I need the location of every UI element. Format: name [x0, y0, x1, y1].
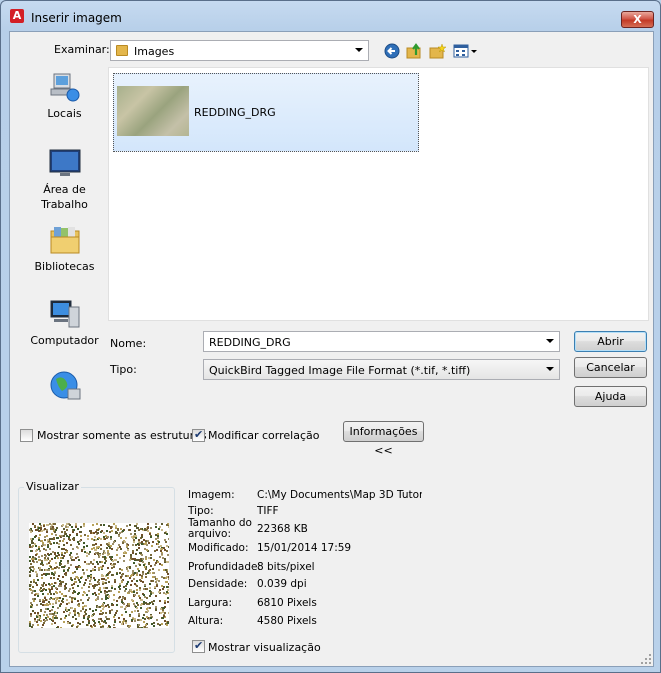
- places-item-label: Bibliotecas: [34, 260, 95, 273]
- places-item-desktop[interactable]: Área de Trabalho: [21, 147, 108, 211]
- places-item-libraries[interactable]: Bibliotecas: [21, 225, 108, 285]
- open-button[interactable]: Abrir: [574, 331, 647, 352]
- info-image-value: C:\My Documents\Map 3D Tutorial: [257, 489, 422, 501]
- preview-group-title: Visualizar: [24, 480, 81, 493]
- info-height-label: Altura:: [188, 615, 224, 627]
- computer-icon: [50, 300, 80, 328]
- file-list[interactable]: REDDING_DRG: [108, 67, 649, 321]
- back-icon[interactable]: [383, 43, 401, 59]
- map-thumbnail: [117, 86, 189, 136]
- places-item-computer[interactable]: Computador: [21, 299, 108, 359]
- places-icon: [50, 73, 80, 102]
- info-density-label: Densidade:: [188, 578, 248, 590]
- cancel-button[interactable]: Cancelar: [574, 357, 647, 378]
- help-button[interactable]: Ajuda: [574, 386, 647, 407]
- lookin-value: Images: [134, 45, 175, 58]
- places-item-label: Computador: [30, 334, 99, 347]
- desktop-icon: [49, 149, 81, 176]
- views-icon[interactable]: [453, 43, 479, 59]
- info-modified-value: 15/01/2014 17:59: [257, 542, 352, 554]
- info-width-label: Largura:: [188, 597, 233, 609]
- info-depth-label: Profundidade:: [188, 561, 262, 573]
- info-size-label: Tamanho do arquivo:: [188, 517, 252, 540]
- chevron-down-icon: [546, 367, 554, 371]
- autocad-logo-icon: A: [10, 9, 24, 23]
- resize-grip-icon[interactable]: [641, 654, 652, 665]
- preview-group: Visualizar: [18, 480, 175, 653]
- info-image-label: Imagem:: [188, 489, 235, 501]
- type-select[interactable]: QuickBird Tagged Image File Format (*.ti…: [203, 359, 560, 380]
- info-height-value: 4580 Pixels: [257, 615, 317, 627]
- show-preview-checkbox[interactable]: [192, 639, 205, 653]
- up-folder-icon[interactable]: [406, 43, 424, 59]
- dialog-window: A Inserir imagem X Examinar: Images Loca…: [0, 0, 661, 673]
- info-button[interactable]: Informações <<: [343, 421, 424, 457]
- preview-noise-image: [29, 523, 169, 628]
- file-item[interactable]: REDDING_DRG: [113, 73, 419, 152]
- name-label: Nome:: [110, 337, 147, 350]
- chevron-down-icon: [546, 339, 554, 343]
- info-type-label: Tipo:: [188, 505, 214, 517]
- info-depth-value: 8 bits/pixel: [257, 561, 315, 573]
- lookin-combo[interactable]: Images: [110, 40, 369, 61]
- type-value: QuickBird Tagged Image File Format (*.ti…: [209, 364, 471, 377]
- modify-correlation-checkbox[interactable]: [192, 428, 205, 442]
- show-preview-label: Mostrar visualização: [208, 641, 321, 654]
- new-folder-icon[interactable]: [429, 43, 447, 59]
- window-title: Inserir imagem: [31, 11, 122, 25]
- info-density-value: 0.039 dpi: [257, 578, 307, 590]
- info-type-value: TIFF: [257, 505, 279, 517]
- places-item-label: Área de Trabalho: [41, 183, 88, 211]
- chevron-down-icon: [355, 48, 363, 52]
- places-bar: Locais Área de Trabalho Bibliotecas Comp…: [21, 67, 108, 401]
- file-name: REDDING_DRG: [194, 106, 276, 119]
- info-modified-label: Modificado:: [188, 542, 249, 554]
- folder-icon: [116, 45, 128, 56]
- dialog-client: Examinar: Images Locais Área de Trabalho…: [9, 31, 654, 667]
- title-bar[interactable]: A Inserir imagem X: [1, 1, 660, 31]
- lookin-label: Examinar:: [54, 43, 110, 56]
- close-button[interactable]: X: [621, 11, 654, 28]
- show-outlines-label: Mostrar somente as estruturas: [37, 429, 207, 442]
- name-input[interactable]: REDDING_DRG: [209, 336, 291, 349]
- libraries-icon: [50, 227, 80, 254]
- places-item-network[interactable]: [21, 369, 108, 401]
- modify-correlation-label: Modificar correlação: [208, 429, 320, 442]
- places-item-locais[interactable]: Locais: [21, 71, 108, 131]
- name-combo[interactable]: REDDING_DRG: [203, 331, 560, 352]
- info-size-value: 22368 KB: [257, 523, 308, 535]
- places-item-label: Locais: [47, 107, 82, 120]
- type-label: Tipo:: [110, 363, 137, 376]
- info-width-value: 6810 Pixels: [257, 597, 317, 609]
- image-preview: [29, 523, 169, 628]
- network-globe-icon: [50, 371, 81, 400]
- show-outlines-checkbox[interactable]: [20, 429, 33, 442]
